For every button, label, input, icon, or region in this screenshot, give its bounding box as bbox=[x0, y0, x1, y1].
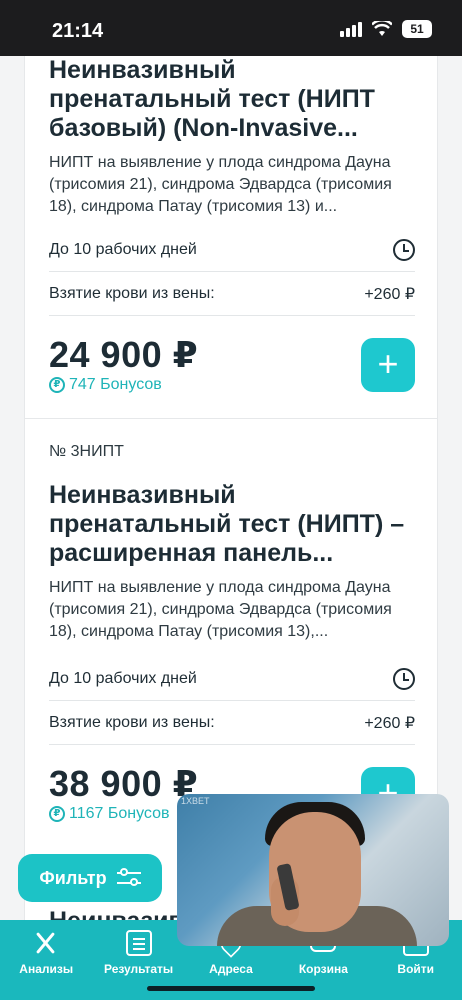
nav-item-analyses[interactable]: Анализы bbox=[1, 930, 91, 1000]
signal-icon bbox=[340, 21, 362, 37]
bonus-info: ₽ 1167 Бонусов bbox=[49, 805, 169, 823]
nav-label: Анализы bbox=[19, 962, 74, 976]
test-price: 38 900 ₽ bbox=[49, 763, 199, 804]
bonus-text: 1167 Бонусов bbox=[69, 805, 170, 822]
nav-label: Адреса bbox=[209, 962, 253, 976]
test-price: 24 900 ₽ bbox=[49, 334, 199, 375]
nav-label: Результаты bbox=[103, 962, 174, 976]
duration-row: До 10 рабочих дней bbox=[49, 228, 415, 272]
clock-icon bbox=[393, 239, 415, 261]
test-description: НИПТ на выявление у плода синдрома Дауна… bbox=[49, 579, 392, 640]
ruble-coin-icon: ₽ bbox=[49, 806, 65, 822]
blood-draw-row: Взятие крови из вены: +260 ₽ bbox=[49, 701, 415, 745]
wifi-icon bbox=[372, 21, 392, 36]
filter-button[interactable]: Фильтр bbox=[18, 854, 162, 902]
test-title[interactable]: Неинвазивный пренатальный тест (НИПТ баз… bbox=[49, 56, 419, 143]
video-watermark: 1XBET bbox=[181, 796, 210, 806]
status-icons: 51 bbox=[340, 20, 432, 38]
blood-draw-price: +260 ₽ bbox=[364, 715, 415, 732]
test-description: НИПТ на выявление у плода синдрома Дауна… bbox=[49, 154, 392, 215]
nav-label: Войти bbox=[397, 962, 435, 976]
divider bbox=[49, 315, 415, 316]
duration-row: До 10 рабочих дней bbox=[49, 657, 415, 701]
status-bar: 21:14 51 bbox=[0, 0, 462, 56]
test-card[interactable]: Неинвазивный пренатальный тест (НИПТ баз… bbox=[24, 56, 438, 418]
status-time: 21:14 bbox=[52, 20, 104, 42]
blood-draw-label: Взятие крови из вены: bbox=[49, 285, 215, 302]
add-to-cart-button[interactable]: + bbox=[361, 338, 415, 392]
bonus-info: ₽ 747 Бонусов bbox=[49, 376, 162, 394]
test-title[interactable]: Неинвазивный пренатальный тест (НИПТ) – … bbox=[49, 481, 419, 568]
clock-icon bbox=[393, 668, 415, 690]
sliders-icon bbox=[116, 868, 141, 888]
test-code: № 3НИПТ bbox=[49, 443, 124, 460]
video-overlay[interactable]: 1XBET bbox=[177, 794, 449, 946]
blood-draw-label: Взятие крови из вены: bbox=[49, 714, 215, 731]
duration-text: До 10 рабочих дней bbox=[49, 241, 197, 258]
divider bbox=[49, 744, 415, 745]
list-icon bbox=[125, 930, 152, 956]
ruble-coin-icon: ₽ bbox=[49, 377, 65, 393]
bonus-text: 747 Бонусов bbox=[69, 376, 162, 393]
battery-icon: 51 bbox=[402, 20, 432, 38]
blood-draw-row: Взятие крови из вены: +260 ₽ bbox=[49, 272, 415, 316]
dna-icon bbox=[33, 930, 59, 956]
blood-draw-price: +260 ₽ bbox=[364, 286, 415, 303]
home-indicator bbox=[147, 986, 315, 991]
nav-label: Корзина bbox=[298, 962, 348, 976]
filter-label: Фильтр bbox=[39, 867, 107, 888]
duration-text: До 10 рабочих дней bbox=[49, 670, 197, 687]
